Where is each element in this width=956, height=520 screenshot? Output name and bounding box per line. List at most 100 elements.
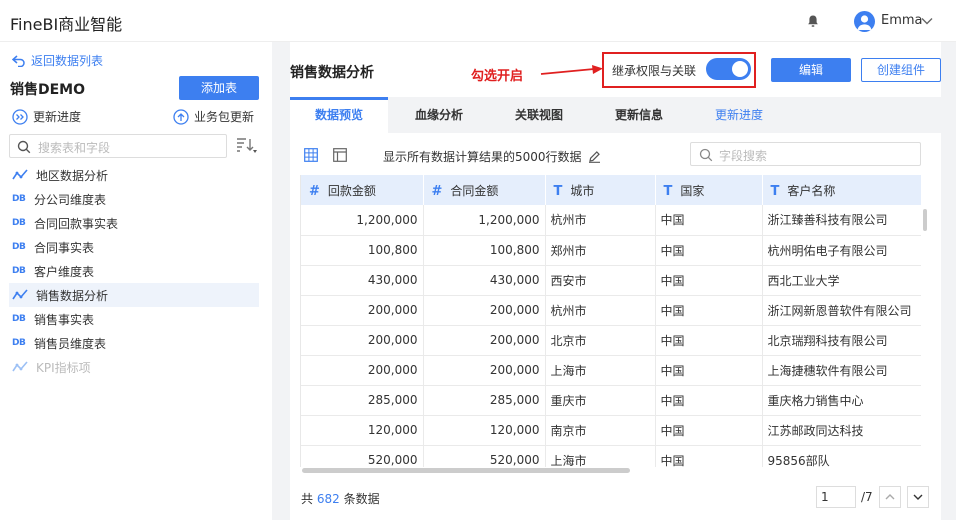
package-update-link[interactable]: 业务包更新	[173, 108, 254, 125]
avatar[interactable]	[854, 11, 875, 32]
tab-lineage[interactable]: 血缘分析	[415, 97, 463, 133]
search-placeholder: 搜索表和字段	[38, 141, 111, 155]
username[interactable]: Emma	[881, 13, 923, 28]
number-type-icon: #	[431, 183, 443, 199]
column-header[interactable]: T 城市	[545, 175, 656, 205]
bell-icon[interactable]	[806, 14, 820, 28]
table-cell: 520,000	[301, 445, 424, 467]
add-table-button[interactable]: 添加表	[179, 76, 259, 100]
sidebar-table-item[interactable]: KPI指标项	[9, 355, 259, 379]
sidebar-table-item[interactable]: DB 合同事实表	[9, 235, 259, 259]
text-type-icon: T	[663, 183, 673, 199]
chevron-down-icon	[913, 494, 923, 500]
field-search-placeholder: 字段搜索	[719, 149, 768, 163]
table-cell: 杭州明佑电子有限公司	[762, 235, 921, 266]
search-icon	[699, 148, 713, 162]
table-cell: 1,200,000	[301, 205, 424, 236]
update-progress-icon	[12, 108, 28, 125]
sidebar-table-item[interactable]: 地区数据分析	[9, 163, 259, 187]
column-header-label: 城市	[570, 183, 595, 198]
sort-icon[interactable]	[236, 137, 258, 155]
row-count-number: 682	[316, 492, 340, 506]
sidebar-table-item[interactable]: DB 销售员维度表	[9, 331, 259, 355]
annotation-text: 勾选开启	[471, 69, 524, 84]
sidebar-table-item[interactable]: DB 客户维度表	[9, 259, 259, 283]
tab-bar: 数据预览 血缘分析 关联视图 更新信息 更新进度	[290, 97, 941, 133]
horizontal-scrollbar[interactable]	[302, 468, 630, 473]
table-cell: 上海市	[545, 355, 656, 386]
vertical-scrollbar[interactable]	[923, 209, 927, 231]
sidebar-table-label: KPI指标项	[36, 360, 91, 375]
annotation-arrow	[540, 65, 603, 75]
update-progress-link[interactable]: 更新进度	[12, 108, 81, 125]
edit-button[interactable]: 编辑	[771, 58, 851, 82]
table-row: 200,000 200,000 北京市 中国 北京瑞翔科技有限公司	[301, 325, 921, 356]
table-row: 1,200,000 1,200,000 杭州市 中国 浙江臻善科技有限公司	[301, 205, 921, 236]
back-arrow-icon	[12, 54, 25, 67]
table-cell: 200,000	[423, 295, 546, 326]
table-cell: 430,000	[301, 265, 424, 296]
tab-relation-view[interactable]: 关联视图	[515, 97, 563, 133]
analysis-table-icon	[12, 289, 28, 300]
sidebar-table-label: 销售员维度表	[34, 336, 107, 351]
grid-view-icon[interactable]	[304, 148, 318, 162]
page-input[interactable]: 1	[816, 486, 856, 508]
db-table-icon: DB	[12, 194, 26, 204]
back-to-list-link[interactable]: 返回数据列表	[12, 52, 103, 69]
table-body: 1,200,000 1,200,000 杭州市 中国 浙江臻善科技有限公司 100,800…	[301, 205, 921, 467]
table-cell: 西安市	[545, 265, 656, 296]
chevron-up-icon	[885, 494, 895, 500]
table-search-input[interactable]: 搜索表和字段	[9, 134, 227, 158]
search-icon	[17, 140, 31, 154]
column-header[interactable]: # 回款金额	[301, 175, 424, 205]
sidebar-table-label: 客户维度表	[34, 264, 95, 279]
row-count: 共 682 条数据	[301, 490, 380, 507]
column-header-label: 合同金额	[450, 183, 499, 198]
next-page-button[interactable]	[907, 486, 929, 508]
table-cell: 520,000	[423, 445, 546, 467]
table-cell: 285,000	[301, 385, 424, 416]
layout-icon[interactable]	[333, 148, 347, 162]
table-cell: 中国	[655, 445, 763, 467]
column-header[interactable]: T 国家	[655, 175, 763, 205]
update-progress-label: 更新进度	[33, 110, 82, 124]
field-search-input[interactable]: 字段搜索	[690, 142, 921, 166]
table-cell: 200,000	[423, 355, 546, 386]
chevron-down-icon[interactable]	[921, 15, 933, 27]
page-title: 销售数据分析	[290, 65, 374, 81]
db-table-icon: DB	[12, 314, 26, 324]
column-header[interactable]: T 客户名称	[762, 175, 921, 205]
package-update-label: 业务包更新	[194, 110, 255, 124]
create-component-button[interactable]: 创建组件	[861, 58, 941, 82]
package-title: 销售DEMO	[10, 82, 86, 98]
table-cell: 1,200,000	[423, 205, 546, 236]
page-total: /7	[861, 490, 873, 504]
table-cell: 重庆格力销售中心	[762, 385, 921, 416]
db-table-icon: DB	[12, 242, 26, 252]
tab-data-preview[interactable]: 数据预览	[290, 97, 388, 133]
sidebar-table-item[interactable]: DB 合同回款事实表	[9, 211, 259, 235]
table-cell: 430,000	[423, 265, 546, 296]
table-cell: 中国	[655, 205, 763, 236]
table-cell: 中国	[655, 355, 763, 386]
table-cell: 中国	[655, 235, 763, 266]
text-type-icon: T	[553, 183, 563, 199]
edit-pencil-icon[interactable]	[588, 150, 601, 163]
table-cell: 120,000	[423, 415, 546, 446]
sidebar-table-item[interactable]: DB 销售事实表	[9, 307, 259, 331]
sidebar-table-item[interactable]: DB 分公司维度表	[9, 187, 259, 211]
inherit-label: 继承权限与关联	[612, 64, 697, 78]
table-row: 120,000 120,000 南京市 中国 江苏邮政同达科技	[301, 415, 921, 446]
table-cell: 200,000	[423, 325, 546, 356]
sidebar-table-item[interactable]: 销售数据分析	[9, 283, 259, 307]
table-cell: 江苏邮政同达科技	[762, 415, 921, 446]
inherit-toggle[interactable]	[706, 58, 751, 80]
tab-update-info[interactable]: 更新信息	[615, 97, 663, 133]
annotation-label: 勾选开启	[471, 65, 523, 84]
tab-update-progress[interactable]: 更新进度	[715, 97, 763, 133]
column-header[interactable]: # 合同金额	[423, 175, 546, 205]
table-cell: 200,000	[301, 355, 424, 386]
prev-page-button[interactable]	[879, 486, 901, 508]
data-limit-text: 显示所有数据计算结果的5000行数据	[383, 148, 601, 165]
row-count-suffix: 条数据	[343, 492, 380, 506]
